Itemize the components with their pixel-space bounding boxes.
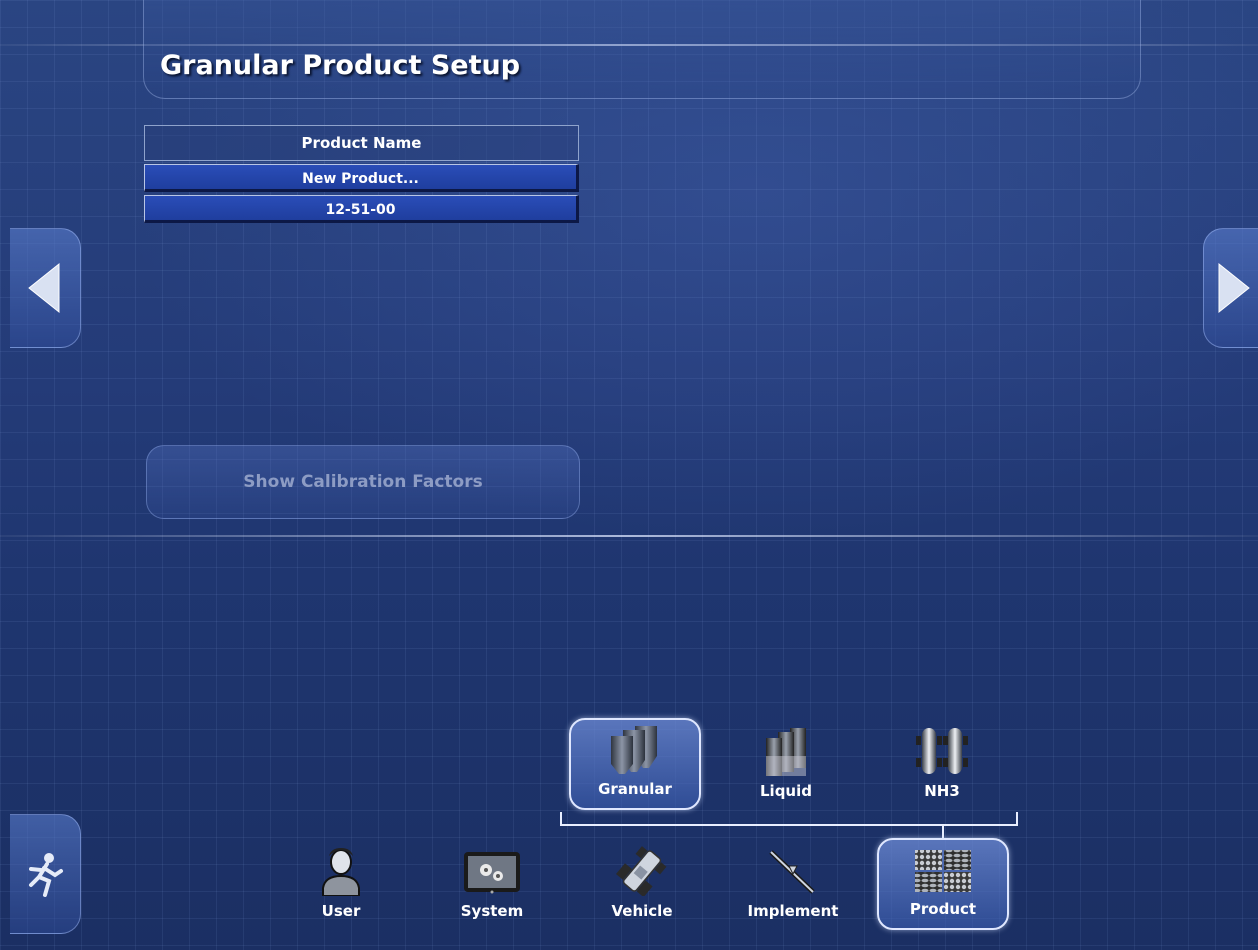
arrow-right-icon [1218,262,1250,314]
nav-system[interactable]: System [426,838,558,930]
nav-product[interactable]: Product [877,838,1009,930]
nav-liquid[interactable]: Liquid [720,718,852,810]
product-row-12-51-00[interactable]: 12-51-00 [144,195,579,223]
divider-middle [0,535,1258,537]
nh3-tanks-icon [910,722,974,776]
page-title: Granular Product Setup [160,50,521,81]
nav-implement[interactable]: Implement [727,838,859,930]
nav-user[interactable]: User [275,838,407,930]
implement-icon [765,842,821,896]
arrow-left-icon [28,262,60,314]
nav-nh3-label: NH3 [924,782,960,800]
nav-user-label: User [321,902,361,920]
exit-button[interactable] [10,814,81,934]
nav-granular-label: Granular [598,780,672,798]
product-name-column-header: Product Name [144,125,579,161]
vehicle-icon [614,842,670,896]
granular-bins-icon [607,720,663,774]
nav-nh3[interactable]: NH3 [876,718,1008,810]
product-icon [913,840,973,894]
nav-granular[interactable]: Granular [569,718,701,810]
nav-implement-label: Implement [747,902,839,920]
exit-runner-icon [29,853,63,897]
user-icon [319,842,363,896]
submenu-bracket [560,812,1018,826]
nav-vehicle[interactable]: Vehicle [576,838,708,930]
product-row-new[interactable]: New Product... [144,164,579,192]
nav-system-label: System [460,902,524,920]
system-gears-icon [462,842,522,896]
liquid-tanks-icon [758,722,814,776]
product-table: Product Name New Product... 12-51-00 [144,125,579,223]
nav-vehicle-label: Vehicle [611,902,673,920]
previous-page-button[interactable] [10,228,81,348]
nav-liquid-label: Liquid [760,782,812,800]
submenu-connector [942,824,944,838]
nav-product-label: Product [909,900,977,918]
next-page-button[interactable] [1203,228,1258,348]
show-calibration-factors-button[interactable]: Show Calibration Factors [146,445,580,519]
